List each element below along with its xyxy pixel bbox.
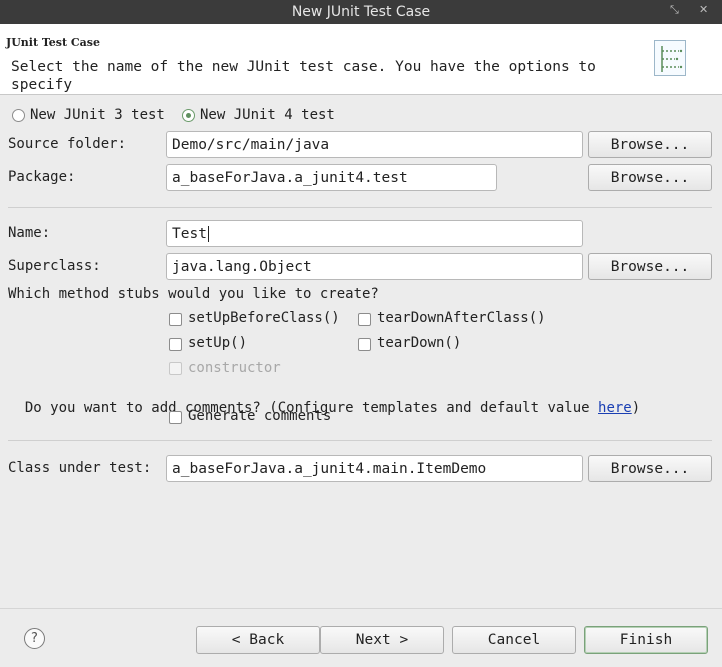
junit4-label[interactable]: New JUnit 4 test — [200, 107, 335, 123]
class-under-test-field[interactable]: a_baseForJava.a_junit4.main.ItemDemo — [166, 455, 583, 482]
name-field[interactable]: Test — [166, 220, 583, 247]
setup-checkbox[interactable] — [169, 338, 182, 351]
close-icon[interactable]: ✕ — [699, 3, 708, 16]
constructor-checkbox — [169, 362, 182, 375]
junit-wizard-icon — [654, 40, 686, 76]
setup-label[interactable]: setUp() — [188, 335, 247, 351]
cancel-button[interactable]: Cancel — [452, 626, 576, 654]
generate-comments-checkbox[interactable] — [169, 411, 182, 424]
comments-question-end: ) — [631, 400, 641, 416]
package-value: a_baseForJava.a_junit4.test — [172, 169, 408, 186]
method-stubs-question: Which method stubs would you like to cre… — [8, 286, 379, 302]
teardown-label[interactable]: tearDown() — [377, 335, 461, 351]
teardownafterclass-checkbox[interactable] — [358, 313, 371, 326]
wizard-description: Select the name of the new JUnit test ca… — [11, 59, 596, 93]
templates-link[interactable]: here — [598, 400, 632, 416]
junit3-radio[interactable] — [12, 109, 25, 122]
source-folder-value: Demo/src/main/java — [172, 136, 330, 153]
generate-comments-label[interactable]: Generate comments — [188, 408, 331, 424]
class-under-test-value: a_baseForJava.a_junit4.main.ItemDemo — [172, 460, 487, 477]
text-cursor — [207, 225, 209, 242]
junit4-radio[interactable] — [182, 109, 195, 122]
class-under-test-label: Class under test: — [8, 460, 152, 476]
package-label: Package: — [8, 169, 76, 185]
package-browse-button[interactable]: Browse... — [588, 164, 712, 191]
source-folder-field[interactable]: Demo/src/main/java — [166, 131, 583, 158]
window-title: New JUnit Test Case — [291, 4, 431, 20]
junit3-label[interactable]: New JUnit 3 test — [30, 107, 165, 123]
separator — [8, 207, 712, 208]
package-field[interactable]: a_baseForJava.a_junit4.test — [166, 164, 497, 191]
setupbeforeclass-label[interactable]: setUpBeforeClass() — [188, 310, 340, 326]
finish-button[interactable]: Finish — [584, 626, 708, 654]
superclass-browse-button[interactable]: Browse... — [588, 253, 712, 280]
help-icon[interactable]: ? — [24, 628, 45, 649]
superclass-label: Superclass: — [8, 258, 101, 274]
name-label: Name: — [8, 225, 51, 241]
teardownafterclass-label[interactable]: tearDownAfterClass() — [377, 310, 546, 326]
next-button[interactable]: Next > — [320, 626, 444, 654]
setupbeforeclass-checkbox[interactable] — [169, 313, 182, 326]
wizard-page-title: JUnit Test Case — [6, 36, 100, 49]
teardown-checkbox[interactable] — [358, 338, 371, 351]
source-folder-browse-button[interactable]: Browse... — [588, 131, 712, 158]
name-value: Test — [172, 225, 207, 242]
back-button[interactable]: < Back — [196, 626, 320, 654]
restore-icon[interactable]: ⤡ — [670, 3, 679, 17]
constructor-label: constructor — [188, 360, 281, 376]
window-titlebar: New JUnit Test Case — [0, 0, 722, 24]
superclass-value: java.lang.Object — [172, 258, 312, 275]
footer-separator — [0, 608, 722, 609]
source-folder-label: Source folder: — [8, 136, 127, 152]
separator — [8, 440, 712, 441]
class-under-test-browse-button[interactable]: Browse... — [588, 455, 712, 482]
superclass-field[interactable]: java.lang.Object — [166, 253, 583, 280]
